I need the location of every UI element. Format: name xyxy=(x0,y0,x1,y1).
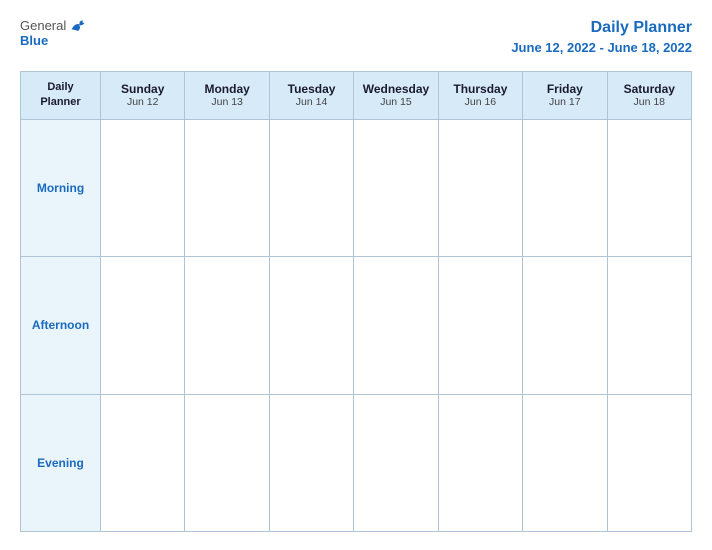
date-range: June 12, 2022 - June 18, 2022 xyxy=(511,40,692,55)
evening-wednesday[interactable] xyxy=(354,394,438,531)
morning-friday[interactable] xyxy=(523,119,607,256)
col-monday: Monday Jun 13 xyxy=(185,71,269,119)
thursday-name: Thursday xyxy=(443,82,518,96)
col-friday: Friday Jun 17 xyxy=(523,71,607,119)
evening-friday[interactable] xyxy=(523,394,607,531)
morning-thursday[interactable] xyxy=(438,119,522,256)
morning-tuesday[interactable] xyxy=(269,119,353,256)
col-wednesday: Wednesday Jun 15 xyxy=(354,71,438,119)
friday-date: Jun 17 xyxy=(527,96,602,108)
logo-area: General Blue xyxy=(20,18,88,48)
page-title: Daily Planner xyxy=(591,19,692,36)
tuesday-date: Jun 14 xyxy=(274,96,349,108)
morning-wednesday[interactable] xyxy=(354,119,438,256)
morning-sunday[interactable] xyxy=(101,119,185,256)
col-sunday: Sunday Jun 12 xyxy=(101,71,185,119)
wednesday-name: Wednesday xyxy=(358,82,433,96)
morning-saturday[interactable] xyxy=(607,119,691,256)
afternoon-monday[interactable] xyxy=(185,257,269,394)
afternoon-wednesday[interactable] xyxy=(354,257,438,394)
logo-text: General xyxy=(20,18,88,33)
evening-tuesday[interactable] xyxy=(269,394,353,531)
monday-name: Monday xyxy=(189,82,264,96)
calendar-table: DailyPlanner Sunday Jun 12 Monday Jun 13… xyxy=(20,71,692,532)
saturday-date: Jun 18 xyxy=(612,96,687,108)
header-row: DailyPlanner Sunday Jun 12 Monday Jun 13… xyxy=(21,71,692,119)
daily-planner-header-cell: DailyPlanner xyxy=(21,71,101,119)
header: General Blue Daily Planner June 12, 2022… xyxy=(20,18,692,57)
title-area: Daily Planner June 12, 2022 - June 18, 2… xyxy=(511,18,692,57)
morning-monday[interactable] xyxy=(185,119,269,256)
col-saturday: Saturday Jun 18 xyxy=(607,71,691,119)
afternoon-friday[interactable] xyxy=(523,257,607,394)
logo-general-text: General xyxy=(20,18,66,33)
evening-monday[interactable] xyxy=(185,394,269,531)
afternoon-row: Afternoon xyxy=(21,257,692,394)
afternoon-saturday[interactable] xyxy=(607,257,691,394)
afternoon-tuesday[interactable] xyxy=(269,257,353,394)
evening-label: Evening xyxy=(21,394,101,531)
logo-blue-text: Blue xyxy=(20,33,48,48)
afternoon-label: Afternoon xyxy=(21,257,101,394)
tuesday-name: Tuesday xyxy=(274,82,349,96)
thursday-date: Jun 16 xyxy=(443,96,518,108)
morning-row: Morning xyxy=(21,119,692,256)
saturday-name: Saturday xyxy=(612,82,687,96)
afternoon-sunday[interactable] xyxy=(101,257,185,394)
morning-label: Morning xyxy=(21,119,101,256)
evening-sunday[interactable] xyxy=(101,394,185,531)
evening-thursday[interactable] xyxy=(438,394,522,531)
logo-bird-icon xyxy=(70,19,88,33)
evening-row: Evening xyxy=(21,394,692,531)
afternoon-thursday[interactable] xyxy=(438,257,522,394)
sunday-name: Sunday xyxy=(105,82,180,96)
page: General Blue Daily Planner June 12, 2022… xyxy=(0,0,712,550)
col-thursday: Thursday Jun 16 xyxy=(438,71,522,119)
evening-saturday[interactable] xyxy=(607,394,691,531)
sunday-date: Jun 12 xyxy=(105,96,180,108)
friday-name: Friday xyxy=(527,82,602,96)
wednesday-date: Jun 15 xyxy=(358,96,433,108)
col-tuesday: Tuesday Jun 14 xyxy=(269,71,353,119)
monday-date: Jun 13 xyxy=(189,96,264,108)
